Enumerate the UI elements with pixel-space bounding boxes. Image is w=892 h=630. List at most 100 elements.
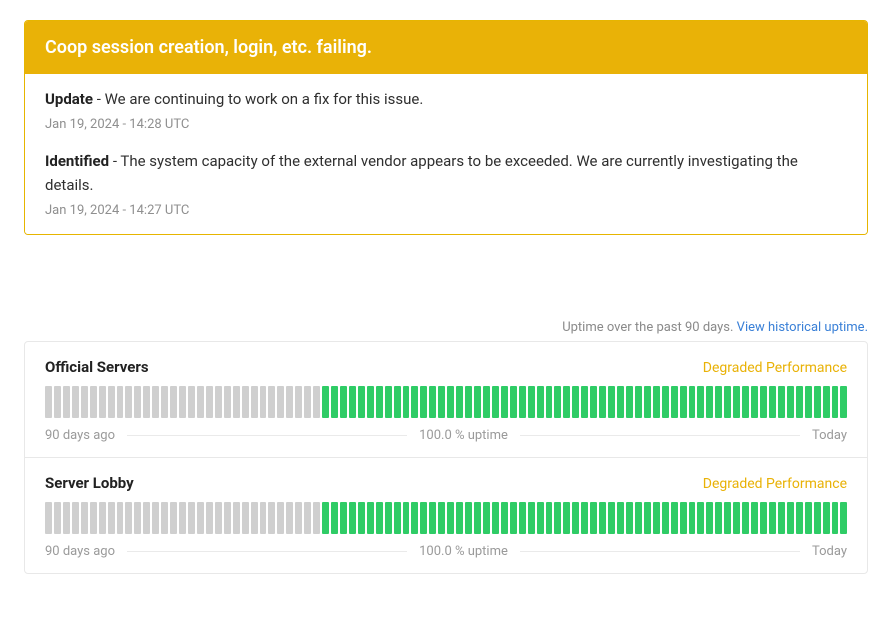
uptime-day-bar[interactable] — [385, 502, 392, 534]
uptime-bars[interactable] — [45, 502, 847, 534]
uptime-day-bar[interactable] — [125, 386, 132, 418]
uptime-day-bar[interactable] — [554, 502, 561, 534]
uptime-bars[interactable] — [45, 386, 847, 418]
uptime-day-bar[interactable] — [608, 386, 615, 418]
uptime-day-bar[interactable] — [215, 502, 222, 534]
uptime-day-bar[interactable] — [814, 502, 821, 534]
uptime-day-bar[interactable] — [796, 502, 803, 534]
uptime-day-bar[interactable] — [823, 502, 830, 534]
uptime-day-bar[interactable] — [143, 386, 150, 418]
uptime-day-bar[interactable] — [465, 386, 472, 418]
uptime-day-bar[interactable] — [572, 502, 579, 534]
uptime-day-bar[interactable] — [635, 386, 642, 418]
uptime-day-bar[interactable] — [546, 502, 553, 534]
uptime-day-bar[interactable] — [635, 502, 642, 534]
uptime-day-bar[interactable] — [626, 386, 633, 418]
uptime-day-bar[interactable] — [54, 502, 61, 534]
uptime-day-bar[interactable] — [331, 502, 338, 534]
uptime-day-bar[interactable] — [706, 386, 713, 418]
uptime-day-bar[interactable] — [519, 386, 526, 418]
uptime-day-bar[interactable] — [367, 386, 374, 418]
uptime-day-bar[interactable] — [778, 502, 785, 534]
uptime-day-bar[interactable] — [206, 386, 213, 418]
uptime-day-bar[interactable] — [63, 386, 70, 418]
view-historical-uptime-link[interactable]: View historical uptime. — [737, 320, 868, 335]
uptime-day-bar[interactable] — [108, 502, 115, 534]
uptime-day-bar[interactable] — [90, 386, 97, 418]
uptime-day-bar[interactable] — [277, 386, 284, 418]
uptime-day-bar[interactable] — [295, 502, 302, 534]
uptime-day-bar[interactable] — [81, 386, 88, 418]
uptime-day-bar[interactable] — [724, 386, 731, 418]
uptime-day-bar[interactable] — [474, 502, 481, 534]
uptime-day-bar[interactable] — [769, 386, 776, 418]
uptime-day-bar[interactable] — [420, 502, 427, 534]
uptime-day-bar[interactable] — [152, 502, 159, 534]
uptime-day-bar[interactable] — [599, 502, 606, 534]
uptime-day-bar[interactable] — [733, 502, 740, 534]
uptime-day-bar[interactable] — [483, 502, 490, 534]
uptime-day-bar[interactable] — [367, 502, 374, 534]
uptime-day-bar[interactable] — [796, 386, 803, 418]
uptime-day-bar[interactable] — [251, 502, 258, 534]
uptime-day-bar[interactable] — [99, 502, 106, 534]
uptime-day-bar[interactable] — [349, 386, 356, 418]
uptime-day-bar[interactable] — [554, 386, 561, 418]
uptime-day-bar[interactable] — [277, 502, 284, 534]
uptime-day-bar[interactable] — [742, 502, 749, 534]
uptime-day-bar[interactable] — [286, 502, 293, 534]
uptime-day-bar[interactable] — [45, 386, 52, 418]
uptime-day-bar[interactable] — [840, 386, 847, 418]
uptime-day-bar[interactable] — [778, 386, 785, 418]
uptime-day-bar[interactable] — [653, 386, 660, 418]
uptime-day-bar[interactable] — [394, 386, 401, 418]
uptime-day-bar[interactable] — [242, 502, 249, 534]
uptime-day-bar[interactable] — [143, 502, 150, 534]
uptime-day-bar[interactable] — [268, 386, 275, 418]
uptime-day-bar[interactable] — [474, 386, 481, 418]
uptime-day-bar[interactable] — [671, 502, 678, 534]
uptime-day-bar[interactable] — [653, 502, 660, 534]
uptime-day-bar[interactable] — [680, 386, 687, 418]
uptime-day-bar[interactable] — [823, 386, 830, 418]
uptime-day-bar[interactable] — [599, 386, 606, 418]
uptime-day-bar[interactable] — [501, 386, 508, 418]
uptime-day-bar[interactable] — [304, 502, 311, 534]
uptime-day-bar[interactable] — [715, 502, 722, 534]
uptime-day-bar[interactable] — [689, 386, 696, 418]
uptime-day-bar[interactable] — [581, 502, 588, 534]
uptime-day-bar[interactable] — [697, 502, 704, 534]
uptime-day-bar[interactable] — [224, 502, 231, 534]
uptime-day-bar[interactable] — [152, 386, 159, 418]
uptime-day-bar[interactable] — [304, 386, 311, 418]
uptime-day-bar[interactable] — [662, 386, 669, 418]
uptime-day-bar[interactable] — [438, 502, 445, 534]
uptime-day-bar[interactable] — [456, 386, 463, 418]
uptime-day-bar[interactable] — [662, 502, 669, 534]
uptime-day-bar[interactable] — [715, 386, 722, 418]
uptime-day-bar[interactable] — [403, 502, 410, 534]
uptime-day-bar[interactable] — [805, 502, 812, 534]
uptime-day-bar[interactable] — [465, 502, 472, 534]
uptime-day-bar[interactable] — [54, 386, 61, 418]
uptime-day-bar[interactable] — [832, 386, 839, 418]
uptime-day-bar[interactable] — [724, 502, 731, 534]
uptime-day-bar[interactable] — [697, 386, 704, 418]
uptime-day-bar[interactable] — [358, 502, 365, 534]
uptime-day-bar[interactable] — [72, 386, 79, 418]
uptime-day-bar[interactable] — [617, 386, 624, 418]
uptime-day-bar[interactable] — [492, 386, 499, 418]
uptime-day-bar[interactable] — [742, 386, 749, 418]
uptime-day-bar[interactable] — [429, 502, 436, 534]
uptime-day-bar[interactable] — [268, 502, 275, 534]
uptime-day-bar[interactable] — [814, 386, 821, 418]
uptime-day-bar[interactable] — [429, 386, 436, 418]
uptime-day-bar[interactable] — [519, 502, 526, 534]
uptime-day-bar[interactable] — [447, 502, 454, 534]
uptime-day-bar[interactable] — [626, 502, 633, 534]
uptime-day-bar[interactable] — [572, 386, 579, 418]
uptime-day-bar[interactable] — [322, 386, 329, 418]
uptime-day-bar[interactable] — [411, 386, 418, 418]
uptime-day-bar[interactable] — [528, 386, 535, 418]
uptime-day-bar[interactable] — [72, 502, 79, 534]
